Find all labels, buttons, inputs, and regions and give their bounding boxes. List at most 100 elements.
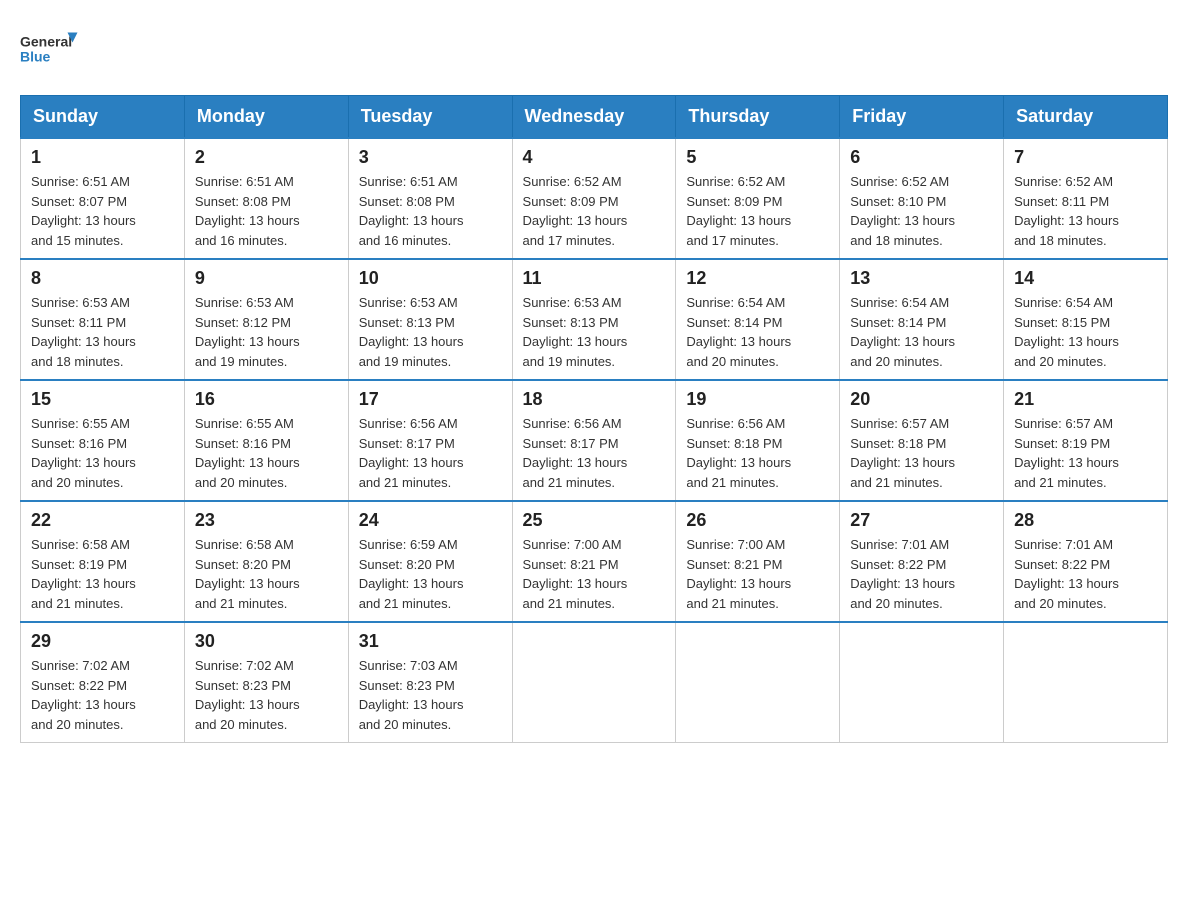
calendar-cell: 12 Sunrise: 6:54 AM Sunset: 8:14 PM Dayl… bbox=[676, 259, 840, 380]
weekday-header-monday: Monday bbox=[184, 96, 348, 139]
calendar-cell: 19 Sunrise: 6:56 AM Sunset: 8:18 PM Dayl… bbox=[676, 380, 840, 501]
day-info: Sunrise: 6:52 AM Sunset: 8:09 PM Dayligh… bbox=[523, 172, 666, 250]
day-info: Sunrise: 6:59 AM Sunset: 8:20 PM Dayligh… bbox=[359, 535, 502, 613]
day-info: Sunrise: 6:56 AM Sunset: 8:18 PM Dayligh… bbox=[686, 414, 829, 492]
calendar-cell: 6 Sunrise: 6:52 AM Sunset: 8:10 PM Dayli… bbox=[840, 138, 1004, 259]
calendar-cell: 8 Sunrise: 6:53 AM Sunset: 8:11 PM Dayli… bbox=[21, 259, 185, 380]
calendar-cell: 31 Sunrise: 7:03 AM Sunset: 8:23 PM Dayl… bbox=[348, 622, 512, 743]
day-number: 9 bbox=[195, 268, 338, 289]
calendar-cell: 4 Sunrise: 6:52 AM Sunset: 8:09 PM Dayli… bbox=[512, 138, 676, 259]
day-number: 16 bbox=[195, 389, 338, 410]
day-number: 8 bbox=[31, 268, 174, 289]
day-number: 10 bbox=[359, 268, 502, 289]
day-info: Sunrise: 7:00 AM Sunset: 8:21 PM Dayligh… bbox=[523, 535, 666, 613]
day-number: 31 bbox=[359, 631, 502, 652]
day-info: Sunrise: 6:53 AM Sunset: 8:13 PM Dayligh… bbox=[523, 293, 666, 371]
weekday-header-sunday: Sunday bbox=[21, 96, 185, 139]
day-info: Sunrise: 6:56 AM Sunset: 8:17 PM Dayligh… bbox=[359, 414, 502, 492]
day-info: Sunrise: 6:57 AM Sunset: 8:19 PM Dayligh… bbox=[1014, 414, 1157, 492]
logo-svg: General Blue bbox=[20, 20, 80, 75]
day-number: 5 bbox=[686, 147, 829, 168]
calendar-cell: 29 Sunrise: 7:02 AM Sunset: 8:22 PM Dayl… bbox=[21, 622, 185, 743]
day-number: 2 bbox=[195, 147, 338, 168]
calendar-table: SundayMondayTuesdayWednesdayThursdayFrid… bbox=[20, 95, 1168, 743]
day-info: Sunrise: 6:58 AM Sunset: 8:19 PM Dayligh… bbox=[31, 535, 174, 613]
day-number: 17 bbox=[359, 389, 502, 410]
day-number: 19 bbox=[686, 389, 829, 410]
header-row: SundayMondayTuesdayWednesdayThursdayFrid… bbox=[21, 96, 1168, 139]
day-number: 20 bbox=[850, 389, 993, 410]
day-info: Sunrise: 6:54 AM Sunset: 8:14 PM Dayligh… bbox=[850, 293, 993, 371]
day-info: Sunrise: 6:54 AM Sunset: 8:14 PM Dayligh… bbox=[686, 293, 829, 371]
calendar-cell bbox=[840, 622, 1004, 743]
day-number: 18 bbox=[523, 389, 666, 410]
calendar-week-4: 22 Sunrise: 6:58 AM Sunset: 8:19 PM Dayl… bbox=[21, 501, 1168, 622]
day-number: 27 bbox=[850, 510, 993, 531]
day-info: Sunrise: 6:52 AM Sunset: 8:09 PM Dayligh… bbox=[686, 172, 829, 250]
weekday-header-friday: Friday bbox=[840, 96, 1004, 139]
day-number: 1 bbox=[31, 147, 174, 168]
calendar-cell: 5 Sunrise: 6:52 AM Sunset: 8:09 PM Dayli… bbox=[676, 138, 840, 259]
calendar-cell: 1 Sunrise: 6:51 AM Sunset: 8:07 PM Dayli… bbox=[21, 138, 185, 259]
calendar-cell bbox=[676, 622, 840, 743]
calendar-week-2: 8 Sunrise: 6:53 AM Sunset: 8:11 PM Dayli… bbox=[21, 259, 1168, 380]
day-info: Sunrise: 6:55 AM Sunset: 8:16 PM Dayligh… bbox=[31, 414, 174, 492]
day-info: Sunrise: 6:53 AM Sunset: 8:13 PM Dayligh… bbox=[359, 293, 502, 371]
weekday-header-tuesday: Tuesday bbox=[348, 96, 512, 139]
svg-text:General: General bbox=[20, 34, 72, 50]
calendar-cell: 10 Sunrise: 6:53 AM Sunset: 8:13 PM Dayl… bbox=[348, 259, 512, 380]
day-number: 12 bbox=[686, 268, 829, 289]
day-info: Sunrise: 6:54 AM Sunset: 8:15 PM Dayligh… bbox=[1014, 293, 1157, 371]
day-info: Sunrise: 6:52 AM Sunset: 8:11 PM Dayligh… bbox=[1014, 172, 1157, 250]
calendar-cell bbox=[512, 622, 676, 743]
calendar-cell: 3 Sunrise: 6:51 AM Sunset: 8:08 PM Dayli… bbox=[348, 138, 512, 259]
weekday-header-thursday: Thursday bbox=[676, 96, 840, 139]
day-info: Sunrise: 6:51 AM Sunset: 8:08 PM Dayligh… bbox=[195, 172, 338, 250]
day-info: Sunrise: 6:52 AM Sunset: 8:10 PM Dayligh… bbox=[850, 172, 993, 250]
calendar-cell: 25 Sunrise: 7:00 AM Sunset: 8:21 PM Dayl… bbox=[512, 501, 676, 622]
day-info: Sunrise: 7:02 AM Sunset: 8:22 PM Dayligh… bbox=[31, 656, 174, 734]
logo: General Blue bbox=[20, 20, 80, 75]
day-info: Sunrise: 6:57 AM Sunset: 8:18 PM Dayligh… bbox=[850, 414, 993, 492]
day-number: 11 bbox=[523, 268, 666, 289]
day-info: Sunrise: 6:58 AM Sunset: 8:20 PM Dayligh… bbox=[195, 535, 338, 613]
calendar-cell: 22 Sunrise: 6:58 AM Sunset: 8:19 PM Dayl… bbox=[21, 501, 185, 622]
day-number: 22 bbox=[31, 510, 174, 531]
calendar-header: SundayMondayTuesdayWednesdayThursdayFrid… bbox=[21, 96, 1168, 139]
weekday-header-wednesday: Wednesday bbox=[512, 96, 676, 139]
day-number: 21 bbox=[1014, 389, 1157, 410]
weekday-header-saturday: Saturday bbox=[1004, 96, 1168, 139]
calendar-cell bbox=[1004, 622, 1168, 743]
calendar-cell: 14 Sunrise: 6:54 AM Sunset: 8:15 PM Dayl… bbox=[1004, 259, 1168, 380]
calendar-cell: 16 Sunrise: 6:55 AM Sunset: 8:16 PM Dayl… bbox=[184, 380, 348, 501]
day-info: Sunrise: 7:03 AM Sunset: 8:23 PM Dayligh… bbox=[359, 656, 502, 734]
calendar-cell: 24 Sunrise: 6:59 AM Sunset: 8:20 PM Dayl… bbox=[348, 501, 512, 622]
calendar-cell: 15 Sunrise: 6:55 AM Sunset: 8:16 PM Dayl… bbox=[21, 380, 185, 501]
calendar-cell: 17 Sunrise: 6:56 AM Sunset: 8:17 PM Dayl… bbox=[348, 380, 512, 501]
day-number: 13 bbox=[850, 268, 993, 289]
calendar-cell: 11 Sunrise: 6:53 AM Sunset: 8:13 PM Dayl… bbox=[512, 259, 676, 380]
calendar-cell: 28 Sunrise: 7:01 AM Sunset: 8:22 PM Dayl… bbox=[1004, 501, 1168, 622]
day-number: 23 bbox=[195, 510, 338, 531]
calendar-week-3: 15 Sunrise: 6:55 AM Sunset: 8:16 PM Dayl… bbox=[21, 380, 1168, 501]
calendar-cell: 20 Sunrise: 6:57 AM Sunset: 8:18 PM Dayl… bbox=[840, 380, 1004, 501]
day-number: 7 bbox=[1014, 147, 1157, 168]
day-info: Sunrise: 6:53 AM Sunset: 8:11 PM Dayligh… bbox=[31, 293, 174, 371]
calendar-cell: 2 Sunrise: 6:51 AM Sunset: 8:08 PM Dayli… bbox=[184, 138, 348, 259]
day-info: Sunrise: 7:00 AM Sunset: 8:21 PM Dayligh… bbox=[686, 535, 829, 613]
calendar-cell: 26 Sunrise: 7:00 AM Sunset: 8:21 PM Dayl… bbox=[676, 501, 840, 622]
day-info: Sunrise: 6:56 AM Sunset: 8:17 PM Dayligh… bbox=[523, 414, 666, 492]
day-number: 24 bbox=[359, 510, 502, 531]
calendar-week-1: 1 Sunrise: 6:51 AM Sunset: 8:07 PM Dayli… bbox=[21, 138, 1168, 259]
day-info: Sunrise: 6:55 AM Sunset: 8:16 PM Dayligh… bbox=[195, 414, 338, 492]
day-number: 6 bbox=[850, 147, 993, 168]
day-number: 25 bbox=[523, 510, 666, 531]
day-number: 28 bbox=[1014, 510, 1157, 531]
day-number: 3 bbox=[359, 147, 502, 168]
calendar-cell: 9 Sunrise: 6:53 AM Sunset: 8:12 PM Dayli… bbox=[184, 259, 348, 380]
day-number: 30 bbox=[195, 631, 338, 652]
day-number: 14 bbox=[1014, 268, 1157, 289]
svg-text:Blue: Blue bbox=[20, 49, 51, 65]
calendar-week-5: 29 Sunrise: 7:02 AM Sunset: 8:22 PM Dayl… bbox=[21, 622, 1168, 743]
calendar-cell: 13 Sunrise: 6:54 AM Sunset: 8:14 PM Dayl… bbox=[840, 259, 1004, 380]
